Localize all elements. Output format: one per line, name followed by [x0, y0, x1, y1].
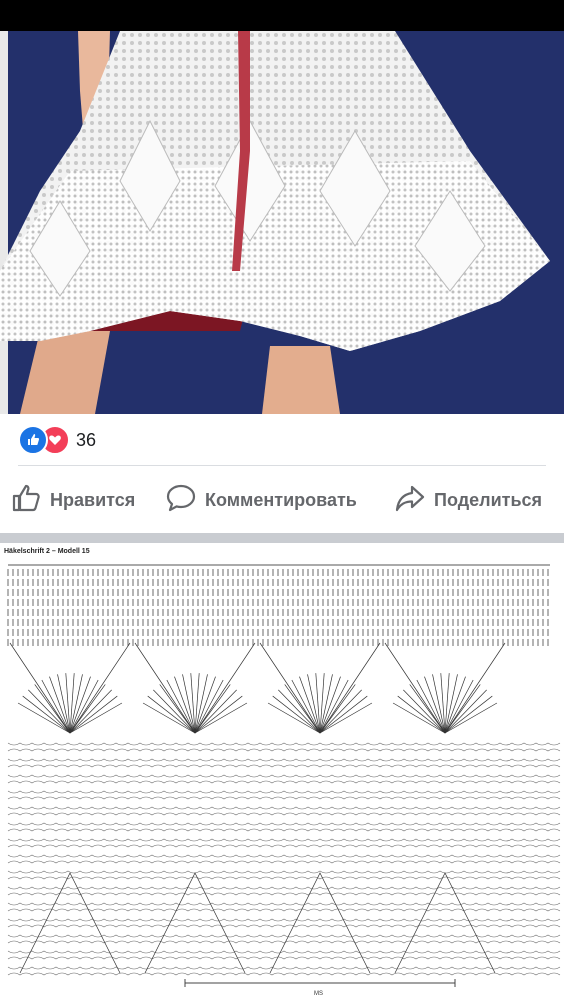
post-actions-bar: Нравится Комментировать Поделиться — [0, 478, 564, 522]
reaction-count: 36 — [76, 429, 97, 450]
status-bar — [0, 0, 564, 31]
like-button[interactable]: Нравится — [10, 478, 135, 522]
comment-label: Комментировать — [205, 489, 357, 510]
chart-footer-mark: MS — [314, 991, 323, 997]
like-label: Нравится — [50, 489, 136, 510]
crochet-chart-image[interactable]: Häkelschrift 2 – Modell 15 MS — [0, 543, 564, 1002]
comment-button[interactable]: Комментировать — [165, 478, 357, 522]
crochet-skirt-image — [0, 31, 564, 414]
crochet-chart-drawing: MS — [7, 564, 561, 997]
share-arrow-icon — [394, 482, 426, 519]
post-separator — [0, 533, 564, 543]
speech-bubble-icon — [165, 482, 197, 519]
like-icon — [18, 425, 48, 455]
share-label: Поделиться — [434, 489, 543, 510]
post-photo[interactable] — [0, 31, 564, 414]
thumbs-up-icon — [10, 482, 42, 519]
reactions-summary[interactable]: 36 — [18, 425, 96, 455]
divider — [18, 465, 546, 466]
share-button[interactable]: Поделиться — [394, 478, 542, 522]
